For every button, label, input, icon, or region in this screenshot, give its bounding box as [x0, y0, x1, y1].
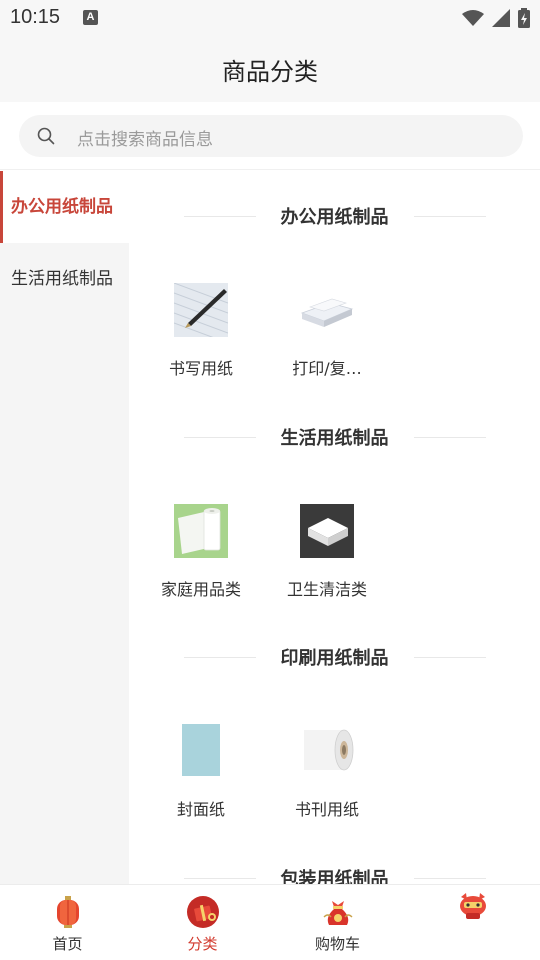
status-bar: 10:15 A [0, 0, 540, 36]
sidebar-item-office-paper[interactable]: 办公用纸制品 [0, 171, 129, 243]
product-label: 打印/复… [292, 359, 362, 378]
sidebar-item-household-paper[interactable]: 生活用纸制品 [0, 243, 129, 315]
category-content: 办公用纸制品 书写用纸 打印/复… 生活用纸制品 家庭用品类 卫生清洁类 印刷用… [129, 171, 540, 884]
section-header: 印刷用纸制品 [129, 640, 540, 674]
section-header: 包装用纸制品 [129, 861, 540, 884]
cart-lucky-bag-icon [323, 901, 352, 925]
product-label: 书写用纸 [168, 359, 233, 378]
search-input[interactable]: 点击搜索商品信息 [19, 115, 523, 157]
product-label: 家庭用品类 [160, 580, 241, 599]
section-title: 包装用纸制品 [280, 869, 389, 884]
section-header: 生活用纸制品 [129, 420, 540, 454]
product-label: 封面纸 [176, 800, 225, 819]
divider [414, 216, 486, 217]
cleaning-tissue-image [300, 504, 354, 558]
home-lantern-icon [56, 896, 79, 928]
wifi-icon [462, 10, 484, 26]
nav-label: 分类 [187, 935, 218, 953]
nav-cart[interactable]: 购物车 [270, 885, 405, 960]
nav-label: 首页 [52, 935, 83, 953]
product-label: 书刊用纸 [294, 800, 359, 819]
status-icons [462, 8, 530, 28]
nav-label: 购物车 [314, 935, 360, 953]
product-label: 卫生清洁类 [286, 580, 367, 599]
section-header: 办公用纸制品 [129, 199, 540, 233]
a-notification-icon: A [83, 10, 98, 25]
status-time: 10:15 [10, 6, 61, 28]
category-sidebar: 办公用纸制品 生活用纸制品 [0, 171, 129, 884]
household-tissue-image [174, 504, 228, 558]
divider [414, 437, 486, 438]
writing-paper-image [174, 283, 228, 337]
nav-category[interactable]: 分类 [135, 885, 270, 960]
nav-profile[interactable] [405, 885, 540, 960]
battery-charging-icon [518, 8, 530, 28]
signal-icon [492, 9, 510, 27]
sidebar-item-label: 办公用纸制品 [11, 197, 113, 217]
sidebar-item-label: 生活用纸制品 [11, 269, 113, 289]
bottom-navigation: 首页 分类 购物车 [0, 884, 540, 960]
divider [414, 657, 486, 658]
category-gift-icon [186, 896, 219, 928]
divider [414, 878, 486, 879]
cover-paper-image [174, 724, 228, 778]
book-paper-roll-image [300, 724, 354, 778]
page-header: 商品分类 [0, 36, 540, 102]
profile-mascot-icon [459, 893, 486, 919]
page-title: 商品分类 [222, 58, 318, 86]
search-placeholder: 点击搜索商品信息 [77, 130, 213, 150]
search-area: 点击搜索商品信息 [0, 102, 540, 170]
search-icon [37, 127, 55, 145]
nav-home[interactable]: 首页 [0, 885, 135, 960]
printing-paper-image [300, 283, 354, 337]
